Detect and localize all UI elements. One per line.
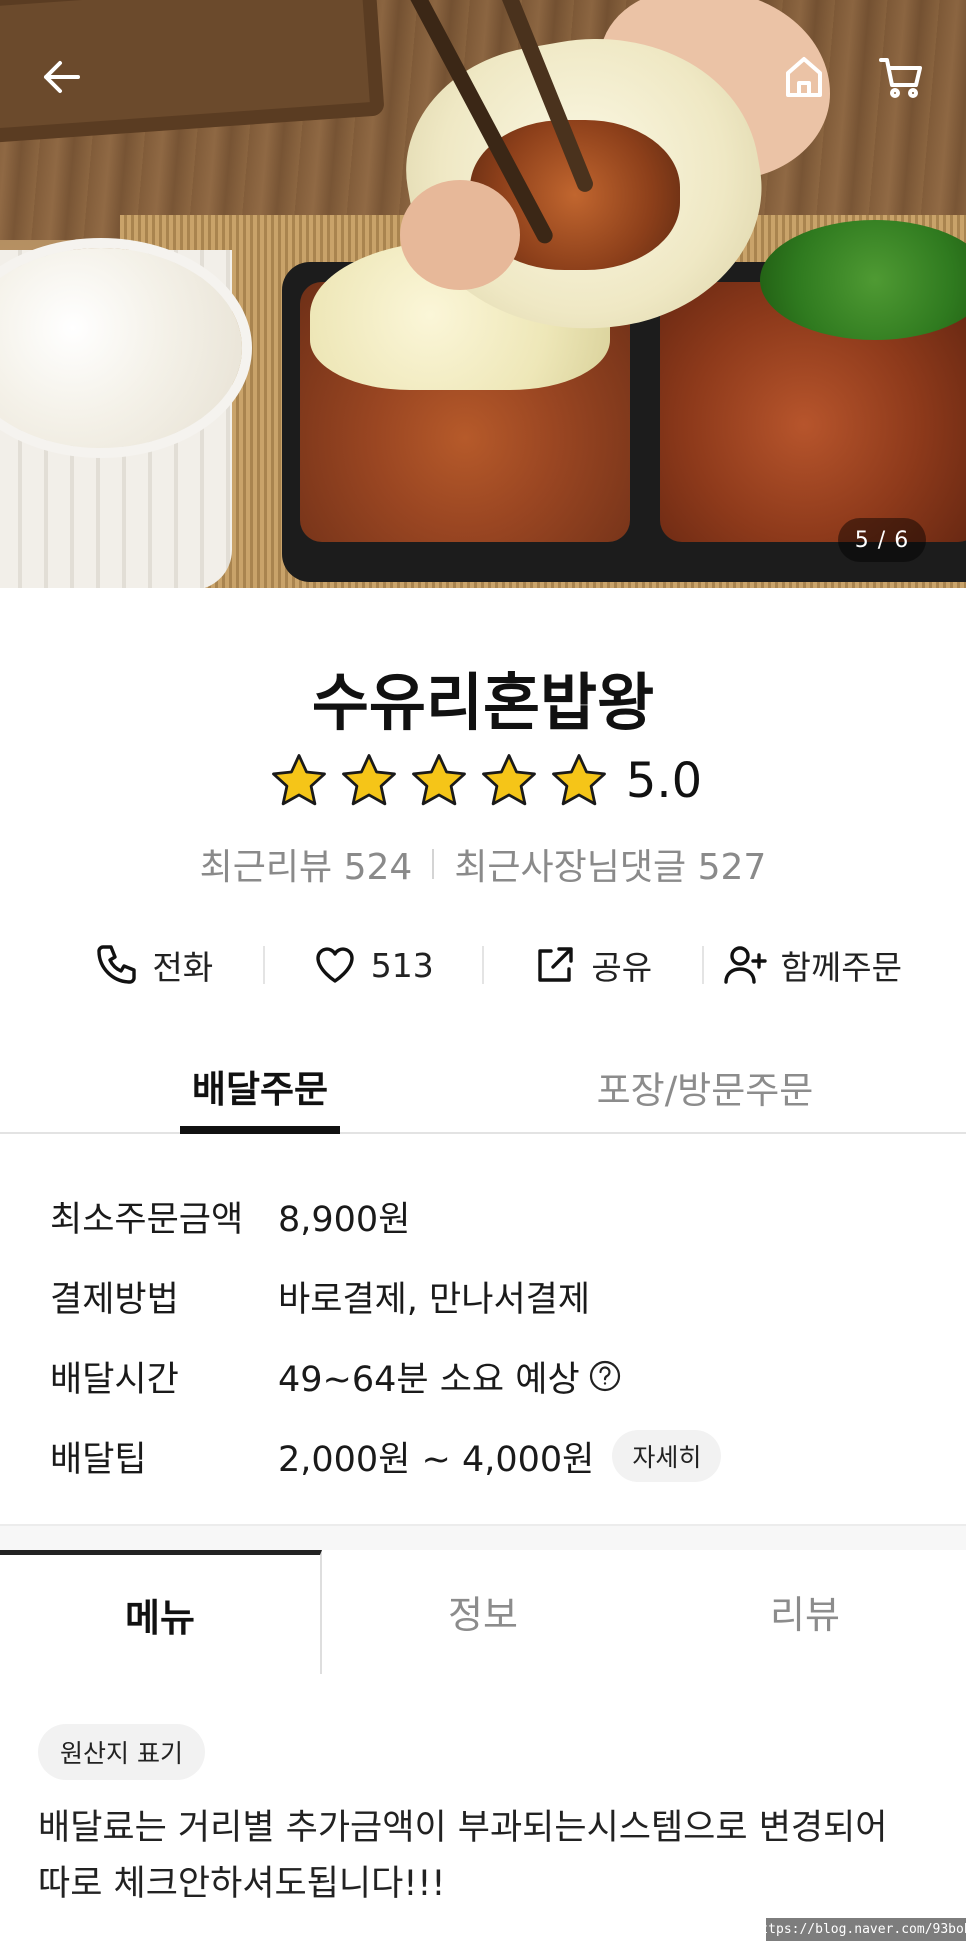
rating-value: 5.0	[625, 753, 703, 809]
tab-pickup-order[interactable]: 포장/방문주문	[560, 1040, 850, 1134]
tab-menu[interactable]: 메뉴	[0, 1550, 322, 1674]
detail-label: 결제방법	[50, 1279, 179, 1320]
delivery-time-value: 49~64분 소요 예상	[278, 1359, 580, 1400]
food-photo-fingers	[400, 180, 520, 290]
like-button[interactable]: 513	[265, 943, 483, 987]
detail-label: 최소주문금액	[50, 1199, 244, 1240]
tab-delivery-order[interactable]: 배달주문	[180, 1040, 340, 1134]
origin-label-button[interactable]: 원산지 표기	[38, 1724, 205, 1780]
like-count: 513	[370, 945, 434, 985]
share-label: 공유	[591, 948, 653, 987]
order-type-tabs: 배달주문 포장/방문주문	[0, 1040, 966, 1134]
detail-label: 배달팁	[50, 1439, 147, 1480]
detail-value: 8,900원	[278, 1199, 411, 1240]
tip-details-button[interactable]: 자세히	[612, 1430, 722, 1482]
detail-value-wrap: 49~64분 소요 예상	[278, 1351, 622, 1402]
arrow-left-icon	[44, 61, 80, 93]
tab-review[interactable]: 리뷰	[644, 1550, 966, 1672]
delivery-details: 최소주문금액 8,900원 결제방법 바로결제, 만나서결제 배달시간 49~6…	[50, 1176, 920, 1496]
star-icon	[341, 754, 396, 806]
owner-notice: 배달료는 거리별 추가금액이 부과되는시스템으로 변경되어 따로 체크안하셔도됩…	[38, 1808, 888, 1904]
star-icon	[551, 754, 606, 806]
back-button[interactable]	[30, 45, 94, 109]
delivery-tip-value: 2,000원 ~ 4,000원	[278, 1439, 595, 1480]
question-circle-icon[interactable]	[588, 1359, 622, 1393]
share-button[interactable]: 공유	[484, 941, 702, 989]
home-button[interactable]	[772, 45, 836, 109]
share-icon	[538, 947, 574, 982]
rating-row: 5.0	[0, 752, 966, 810]
detail-value-wrap: 2,000원 ~ 4,000원 자세히	[278, 1430, 722, 1482]
watermark: https://blog.naver.com/93bobo	[753, 1918, 966, 1941]
home-icon	[786, 57, 822, 97]
cart-button[interactable]	[870, 45, 934, 109]
image-page-indicator: 5 / 6	[838, 518, 926, 562]
phone-icon	[97, 945, 137, 984]
star-icon	[271, 754, 326, 806]
review-summary: 최근리뷰 524 최근사장님댓글 527	[0, 838, 966, 890]
recent-reviews-link[interactable]: 최근리뷰 524	[200, 838, 413, 890]
detail-row-delivery-tip: 배달팁 2,000원 ~ 4,000원 자세히	[50, 1416, 920, 1496]
recent-owner-replies-link[interactable]: 최근사장님댓글 527	[454, 838, 766, 890]
heart-icon	[316, 947, 354, 983]
call-button[interactable]: 전화	[45, 941, 263, 989]
hero-image[interactable]: 5 / 6	[0, 0, 966, 588]
store-name: 수유리혼밥왕	[311, 666, 655, 739]
add-user-icon	[723, 946, 767, 984]
detail-row-payment: 결제방법 바로결제, 만나서결제	[50, 1256, 920, 1336]
group-order-label: 함께주문	[780, 948, 902, 987]
detail-label: 배달시간	[50, 1359, 179, 1400]
divider	[432, 849, 435, 879]
cart-icon	[879, 58, 922, 98]
detail-value: 바로결제, 만나서결제	[278, 1279, 591, 1320]
group-order-button[interactable]: 함께주문	[704, 941, 922, 989]
call-label: 전화	[152, 948, 214, 987]
tab-info[interactable]: 정보	[322, 1550, 644, 1672]
star-icon	[411, 754, 466, 806]
content-tabs: 메뉴 정보 리뷰	[0, 1550, 966, 1674]
detail-row-delivery-time: 배달시간 49~64분 소요 예상	[50, 1336, 920, 1416]
store-actions: 전화 513 공유 함께주문	[45, 930, 921, 1000]
section-divider	[0, 1524, 966, 1550]
star-icon	[481, 754, 536, 806]
detail-row-min-order: 최소주문금액 8,900원	[50, 1176, 920, 1256]
